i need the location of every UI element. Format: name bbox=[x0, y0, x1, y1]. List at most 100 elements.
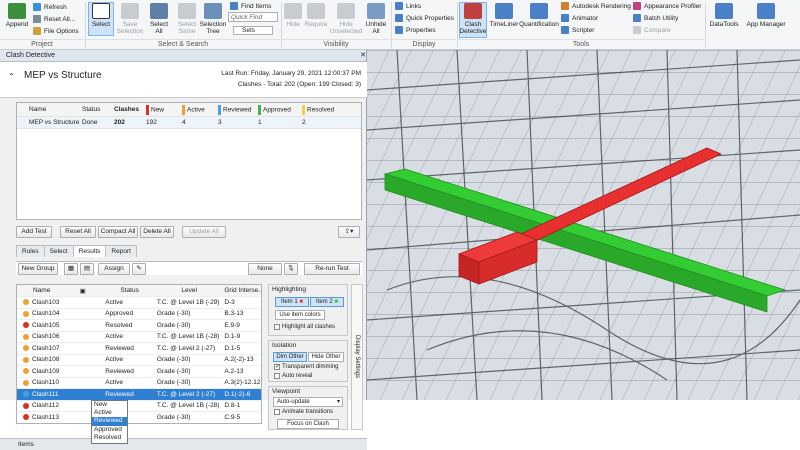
result-row[interactable]: Clash109 Reviewed Grade (-30) A.2-13 bbox=[17, 366, 261, 378]
clash-detective-button[interactable]: Clash Detective bbox=[459, 2, 487, 38]
result-status[interactable]: Active bbox=[102, 333, 154, 340]
tab-report[interactable]: Report bbox=[105, 245, 137, 257]
links-button[interactable]: Links bbox=[395, 1, 421, 11]
quick-properties-button[interactable]: Quick Properties bbox=[395, 13, 454, 23]
tab-rules[interactable]: Rules bbox=[16, 245, 45, 257]
col-name[interactable]: Name bbox=[17, 106, 79, 113]
status-option[interactable]: Reviewed bbox=[92, 417, 127, 426]
col-resolved[interactable]: Resolved bbox=[299, 104, 343, 115]
col-clashes[interactable]: Clashes bbox=[111, 106, 143, 113]
sets-dropdown[interactable]: Sets bbox=[233, 26, 273, 35]
status-option[interactable]: New bbox=[92, 401, 127, 409]
result-row[interactable]: Clash107 Reviewed T.C. @ Level 2 (-27) D.1-… bbox=[17, 343, 261, 355]
ungroup-button[interactable]: ▤ bbox=[80, 263, 94, 275]
append-button[interactable]: Append bbox=[4, 3, 30, 28]
item2-button[interactable]: Item 2 ■ bbox=[310, 297, 344, 307]
timeliner-button[interactable]: TimeLiner bbox=[489, 3, 519, 28]
require-button[interactable]: Require bbox=[304, 3, 328, 28]
group-icon-button[interactable]: ▦ bbox=[64, 263, 78, 275]
animate-transitions-checkbox[interactable]: Animate transitions bbox=[274, 409, 333, 415]
refresh-button[interactable]: Refresh bbox=[33, 2, 67, 12]
focus-on-clash-button[interactable]: Focus on Clash bbox=[277, 419, 339, 429]
result-status[interactable]: Resolved bbox=[102, 322, 154, 329]
col-approved[interactable]: Approved bbox=[255, 104, 299, 115]
selection-tree-button[interactable]: Selection Tree bbox=[199, 3, 227, 35]
animator-button[interactable]: Animator bbox=[561, 13, 598, 23]
col-grid-intersection[interactable]: Grid Interse... bbox=[221, 287, 261, 294]
status-option[interactable]: Approved bbox=[92, 426, 127, 434]
find-items-button[interactable]: Find Items bbox=[230, 1, 271, 11]
export-button[interactable]: ⇪▾ bbox=[338, 226, 360, 238]
add-test-button[interactable]: Add Test bbox=[16, 226, 52, 238]
display-settings-tab[interactable]: Display Settings bbox=[351, 284, 363, 430]
reset-all-button[interactable]: Reset All... bbox=[33, 14, 75, 24]
select-all-button[interactable]: Select All bbox=[146, 3, 172, 35]
result-row[interactable]: Clash111 Reviewed T.C. @ Level 2 (-27) D.1(… bbox=[17, 389, 261, 401]
reset-all-tests-button[interactable]: Reset All bbox=[60, 226, 96, 238]
item1-button[interactable]: Item 1 ■ bbox=[275, 297, 309, 307]
result-status[interactable]: Active bbox=[102, 379, 154, 386]
appearance-profiler-button[interactable]: Appearance Profiler bbox=[633, 1, 701, 11]
auto-reveal-checkbox[interactable]: Auto reveal bbox=[274, 373, 312, 379]
unhide-all-button[interactable]: Unhide All bbox=[364, 3, 388, 35]
transparent-dimming-checkbox[interactable]: ✓ Transparent dimming bbox=[274, 364, 338, 370]
new-group-button[interactable]: New Group bbox=[18, 263, 58, 275]
col-status[interactable]: Status bbox=[79, 106, 111, 113]
select-same-button[interactable]: Select Same bbox=[174, 3, 200, 35]
hide-unselected-button[interactable]: Hide Unselected bbox=[330, 3, 362, 35]
compare-button[interactable]: Compare bbox=[633, 25, 671, 35]
result-row[interactable]: Clash110 Active Grade (-30) A.3(2)-12.12 bbox=[17, 378, 261, 389]
compact-all-button[interactable]: Compact All bbox=[98, 226, 138, 238]
quantification-button[interactable]: Quantification bbox=[519, 3, 559, 28]
close-icon[interactable]: ✕ bbox=[360, 50, 366, 61]
col-result-name[interactable]: Name bbox=[17, 287, 77, 294]
assign-button[interactable]: Assign bbox=[98, 263, 130, 275]
col-active[interactable]: Active bbox=[179, 104, 215, 115]
result-row[interactable]: Clash103 Active T.C. @ Level 1B (-29) D-3 bbox=[17, 297, 261, 309]
sort-button[interactable]: ⇅ bbox=[284, 263, 298, 275]
datatools-button[interactable]: DataTools bbox=[708, 3, 740, 28]
3d-viewport[interactable] bbox=[367, 50, 800, 400]
test-row[interactable]: MEP vs Structure Done 202 192 4 3 1 2 bbox=[17, 117, 361, 129]
result-row[interactable]: Clash108 Active Grade (-30) A.2(-2)-13 bbox=[17, 355, 261, 366]
quick-find-input[interactable]: Quick Find bbox=[228, 12, 278, 22]
result-row[interactable]: Clash105 Resolved Grade (-30) E.9-9 bbox=[17, 320, 261, 332]
app-manager-button[interactable]: App Manager bbox=[744, 3, 788, 28]
select-button[interactable]: Select bbox=[88, 2, 114, 36]
filter-dropdown[interactable]: None bbox=[248, 263, 282, 275]
status-option[interactable]: Active bbox=[92, 409, 127, 417]
result-status[interactable]: Reviewed bbox=[102, 391, 154, 398]
col-reviewed[interactable]: Reviewed bbox=[215, 104, 255, 115]
col-result-level[interactable]: Level bbox=[154, 287, 221, 294]
collapse-icon[interactable]: ⌃ bbox=[8, 72, 15, 81]
batch-utility-button[interactable]: Batch Utility bbox=[633, 13, 678, 23]
use-item-colors-button[interactable]: Use item colors bbox=[275, 310, 325, 320]
col-result-status[interactable]: Status bbox=[102, 287, 154, 294]
result-row[interactable]: Clash106 Active T.C. @ Level 1B (-28) D.1-9 bbox=[17, 332, 261, 343]
col-new[interactable]: New bbox=[143, 104, 179, 115]
unassign-button[interactable]: ✎ bbox=[132, 263, 146, 275]
scripter-button[interactable]: Scripter bbox=[561, 25, 594, 35]
result-row[interactable]: Clash112 T.C. @ Level 1B (-28) D.8-1 bbox=[17, 401, 261, 412]
result-status[interactable]: Active bbox=[102, 356, 154, 363]
result-status[interactable]: Reviewed bbox=[102, 345, 154, 352]
dim-other-button[interactable]: Dim Other bbox=[273, 352, 307, 362]
update-all-button[interactable]: Update All bbox=[182, 226, 226, 238]
properties-button[interactable]: Properties bbox=[395, 25, 436, 35]
hide-button[interactable]: Hide bbox=[284, 3, 302, 28]
highlight-all-checkbox[interactable]: Highlight all clashes bbox=[274, 324, 335, 330]
file-options-button[interactable]: File Options bbox=[33, 26, 79, 36]
viewpoint-mode-dropdown[interactable]: Auto-update ▾ bbox=[273, 397, 343, 407]
result-status[interactable]: Approved bbox=[102, 310, 154, 317]
status-option[interactable]: Resolved bbox=[92, 434, 127, 442]
result-row[interactable]: Clash113 Grade (-30) C.9-5 bbox=[17, 412, 261, 423]
save-selection-button[interactable]: Save Selection bbox=[116, 3, 144, 35]
autodesk-rendering-button[interactable]: Autodesk Rendering bbox=[561, 1, 631, 11]
result-status[interactable]: Reviewed bbox=[102, 368, 154, 375]
hide-other-button[interactable]: Hide Other bbox=[308, 352, 344, 362]
rerun-test-button[interactable]: Re-run Test bbox=[304, 263, 360, 275]
delete-all-button[interactable]: Delete All bbox=[140, 226, 174, 238]
tab-select[interactable]: Select bbox=[43, 245, 74, 257]
items-bar[interactable]: Items bbox=[0, 438, 367, 450]
tab-results[interactable]: Results bbox=[72, 245, 107, 257]
